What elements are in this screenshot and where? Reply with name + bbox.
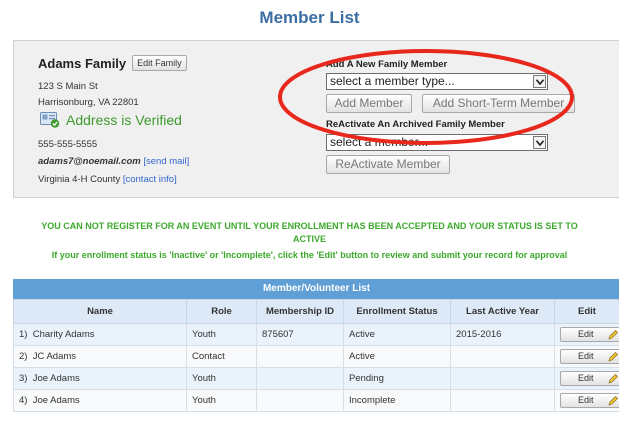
row-number: 1) xyxy=(19,329,28,340)
row-number: 3) xyxy=(19,373,28,384)
member-list-table: Member/Volunteer List Name Role Membersh… xyxy=(13,279,619,412)
member-id: 875607 xyxy=(256,323,344,346)
edit-cell: Edit xyxy=(554,323,619,346)
family-name-row: Adams Family Edit Family xyxy=(38,55,187,71)
page-title: Member List xyxy=(259,8,360,27)
edit-member-button[interactable]: Edit xyxy=(560,349,619,364)
enrollment-status: Active xyxy=(343,345,451,368)
edit-cell: Edit xyxy=(554,367,619,390)
member-name-cell: 3) Joe Adams xyxy=(13,367,187,390)
enrollment-instructions: If your enrollment status is 'Inactive' … xyxy=(51,250,568,260)
contact-info-link[interactable]: [contact info] xyxy=(123,174,177,185)
archived-member-select-value: select a member... xyxy=(330,135,429,149)
family-address-line2: Harrisonburg, VA 22801 xyxy=(38,97,139,108)
table-row: 4) Joe Adams Youth Incomplete Edit xyxy=(13,389,619,412)
column-header-membership-id: Membership ID xyxy=(256,299,344,324)
pencil-icon xyxy=(608,352,618,362)
add-member-button[interactable]: Add Member xyxy=(326,94,412,113)
member-id xyxy=(256,389,344,412)
member-name-cell: 2) JC Adams xyxy=(13,345,187,368)
column-header-last-active-year: Last Active Year xyxy=(450,299,555,324)
family-email-row: adams7@noemail.com [send mail] xyxy=(38,156,189,167)
edit-member-label: Edit xyxy=(578,351,594,361)
edit-family-button[interactable]: Edit Family xyxy=(132,55,187,71)
address-verified-row: Address is Verified xyxy=(40,112,182,128)
member-id xyxy=(256,367,344,390)
member-name: Joe Adams xyxy=(32,373,80,384)
pencil-icon xyxy=(608,330,618,340)
edit-member-label: Edit xyxy=(578,395,594,405)
edit-member-label: Edit xyxy=(578,373,594,383)
edit-member-button[interactable]: Edit xyxy=(560,327,619,342)
family-phone: 555-555-5555 xyxy=(38,139,98,150)
family-panel: Adams Family Edit Family 123 S Main St H… xyxy=(13,40,619,198)
reactivate-label: ReActivate An Archived Family Member xyxy=(326,119,505,130)
member-role: Youth xyxy=(186,367,257,390)
table-row: 2) JC Adams Contact Active Edit xyxy=(13,345,619,368)
reactivate-member-button[interactable]: ReActivate Member xyxy=(326,155,450,174)
edit-cell: Edit xyxy=(554,389,619,412)
table-row: 3) Joe Adams Youth Pending Edit xyxy=(13,367,619,390)
member-type-select[interactable]: select a member type... xyxy=(326,73,548,90)
member-role: Youth xyxy=(186,389,257,412)
column-header-enrollment-status: Enrollment Status xyxy=(343,299,451,324)
member-name: Charity Adams xyxy=(32,329,95,340)
enrollment-status: Pending xyxy=(343,367,451,390)
family-address-line1: 123 S Main St xyxy=(38,81,98,92)
enrollment-warning-line1: YOU CAN NOT REGISTER FOR AN EVENT UNTIL … xyxy=(41,221,578,231)
chevron-down-icon xyxy=(533,136,546,149)
member-role: Youth xyxy=(186,323,257,346)
member-id xyxy=(256,345,344,368)
member-name: Joe Adams xyxy=(32,395,80,406)
family-name: Adams Family xyxy=(38,55,127,71)
edit-member-button[interactable]: Edit xyxy=(560,393,619,408)
archived-member-select[interactable]: select a member... xyxy=(326,134,548,151)
pencil-icon xyxy=(608,374,618,384)
edit-member-button[interactable]: Edit xyxy=(560,371,619,386)
table-row: 1) Charity Adams Youth 875607 Active 201… xyxy=(13,323,619,346)
last-active-year: 2015-2016 xyxy=(450,323,555,346)
member-name-cell: 1) Charity Adams xyxy=(13,323,187,346)
member-role: Contact xyxy=(186,345,257,368)
enrollment-warning-line2: ACTIVE xyxy=(292,234,326,244)
add-short-term-member-button[interactable]: Add Short-Term Member xyxy=(422,94,575,113)
address-verified-text: Address is Verified xyxy=(66,112,182,128)
table-header-row: Name Role Membership ID Enrollment Statu… xyxy=(13,299,619,324)
row-number: 4) xyxy=(19,395,28,406)
family-county: Virginia 4-H County xyxy=(38,174,121,185)
add-member-label: Add A New Family Member xyxy=(326,59,448,70)
enrollment-status-link[interactable]: Active xyxy=(343,323,451,346)
pencil-icon xyxy=(608,396,618,406)
edit-cell: Edit xyxy=(554,345,619,368)
member-type-select-value: select a member type... xyxy=(330,74,455,88)
row-number: 2) xyxy=(19,351,28,362)
family-county-row: Virginia 4-H County [contact info] xyxy=(38,174,177,185)
enrollment-warning: YOU CAN NOT REGISTER FOR AN EVENT UNTIL … xyxy=(0,220,619,246)
column-header-role: Role xyxy=(186,299,257,324)
send-mail-link[interactable]: [send mail] xyxy=(143,156,189,167)
family-email: adams7@noemail.com xyxy=(38,156,141,167)
edit-member-label: Edit xyxy=(578,329,594,339)
last-active-year xyxy=(450,345,555,368)
enrollment-status: Incomplete xyxy=(343,389,451,412)
member-list-title: Member/Volunteer List xyxy=(13,279,619,299)
chevron-down-icon xyxy=(533,75,546,88)
member-name: JC Adams xyxy=(32,351,77,362)
address-card-check-icon xyxy=(40,112,60,128)
last-active-year xyxy=(450,367,555,390)
member-name-cell: 4) Joe Adams xyxy=(13,389,187,412)
column-header-name: Name xyxy=(13,299,187,324)
column-header-edit: Edit xyxy=(554,299,619,324)
last-active-year xyxy=(450,389,555,412)
